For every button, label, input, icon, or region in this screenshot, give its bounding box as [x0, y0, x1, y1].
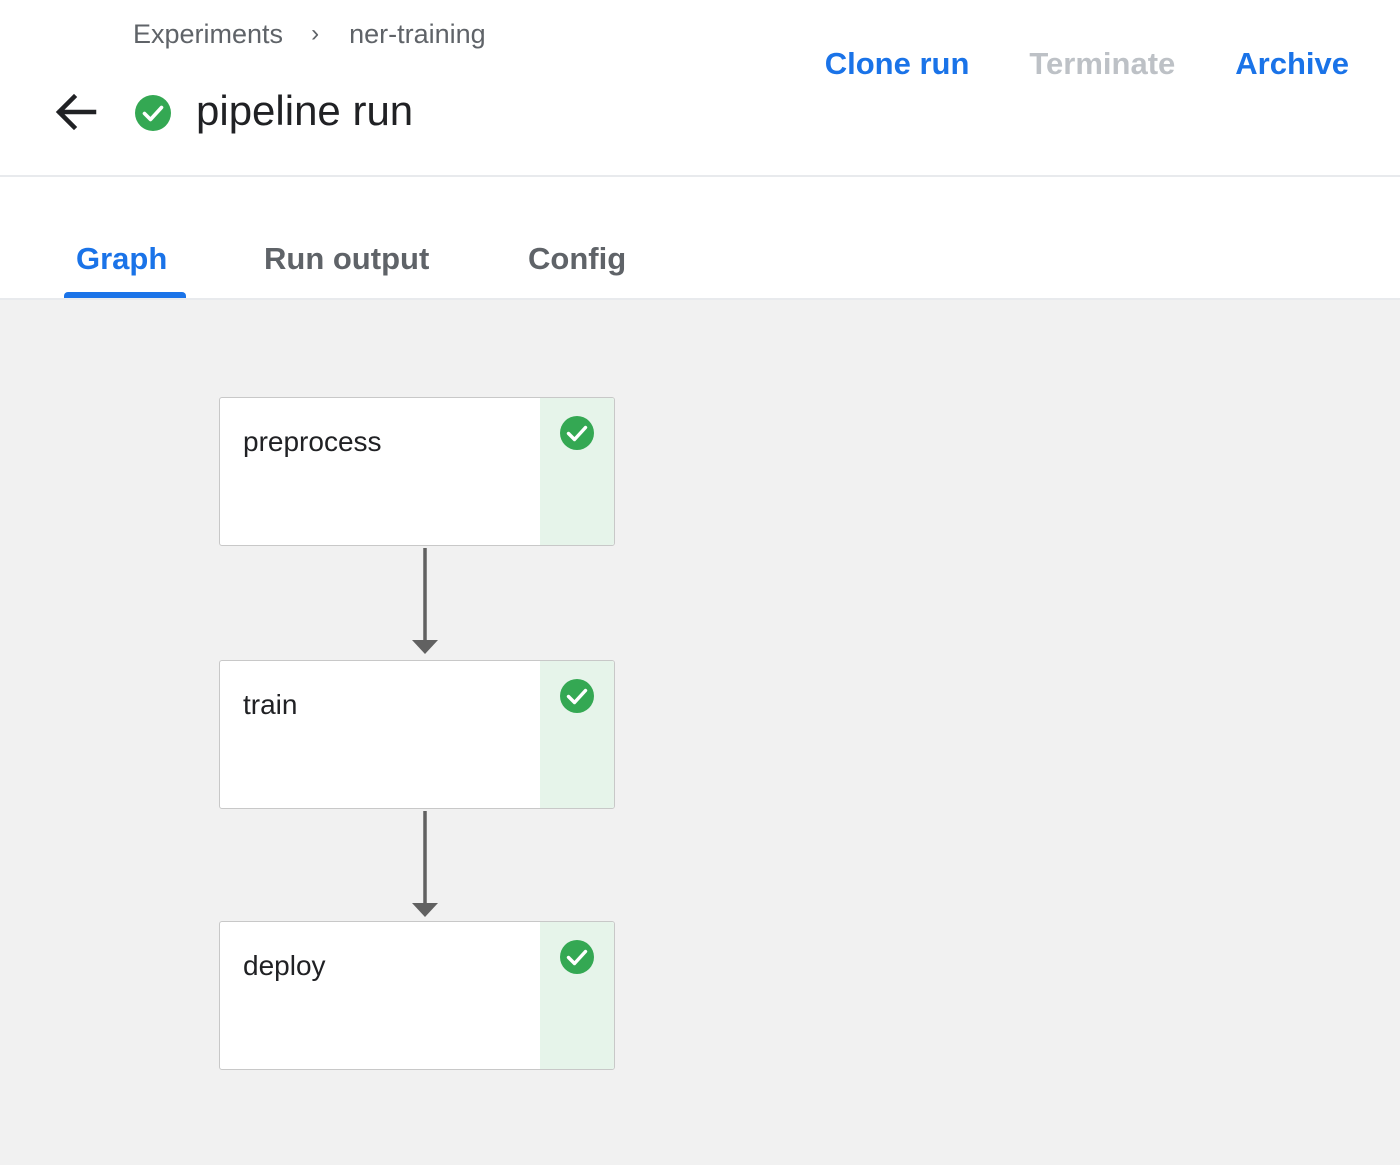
check-circle-icon: [560, 940, 594, 974]
terminate-button[interactable]: Terminate: [1029, 44, 1175, 84]
node-status-panel: [540, 922, 614, 1069]
breadcrumb-item-experiment[interactable]: ner-training: [349, 19, 486, 50]
tab-bar: Graph Run output Config: [0, 177, 1400, 300]
tab-run-output[interactable]: Run output: [264, 239, 429, 279]
tab-config[interactable]: Config: [528, 239, 626, 279]
graph-edge-preprocess-train: [412, 548, 438, 654]
breadcrumb-separator-icon: ›: [311, 20, 320, 47]
breadcrumb: Experiments › ner-training: [133, 14, 486, 54]
graph-node-deploy[interactable]: deploy: [219, 921, 615, 1070]
node-label: deploy: [243, 950, 326, 981]
node-label: train: [243, 689, 298, 720]
graph-node-train[interactable]: train: [219, 660, 615, 809]
check-circle-icon: [560, 679, 594, 713]
check-circle-icon: [135, 95, 171, 131]
action-bar: Clone run Terminate Archive: [825, 44, 1349, 84]
clone-run-button[interactable]: Clone run: [825, 44, 970, 84]
tab-graph[interactable]: Graph: [76, 239, 167, 279]
graph-node-preprocess[interactable]: preprocess: [219, 397, 615, 546]
active-tab-indicator: [64, 292, 186, 298]
back-button[interactable]: [50, 88, 102, 136]
check-circle-icon: [560, 416, 594, 450]
graph-canvas: preprocess train deploy: [0, 300, 1400, 1165]
arrow-back-icon: [55, 93, 97, 131]
breadcrumb-item-experiments[interactable]: Experiments: [133, 19, 283, 50]
archive-button[interactable]: Archive: [1235, 44, 1349, 84]
node-status-panel: [540, 398, 614, 545]
node-status-panel: [540, 661, 614, 808]
node-label: preprocess: [243, 426, 382, 457]
page-header: Experiments › ner-training pipeline run …: [0, 0, 1400, 177]
graph-edge-train-deploy: [412, 811, 438, 917]
page-title: pipeline run: [196, 87, 414, 134]
